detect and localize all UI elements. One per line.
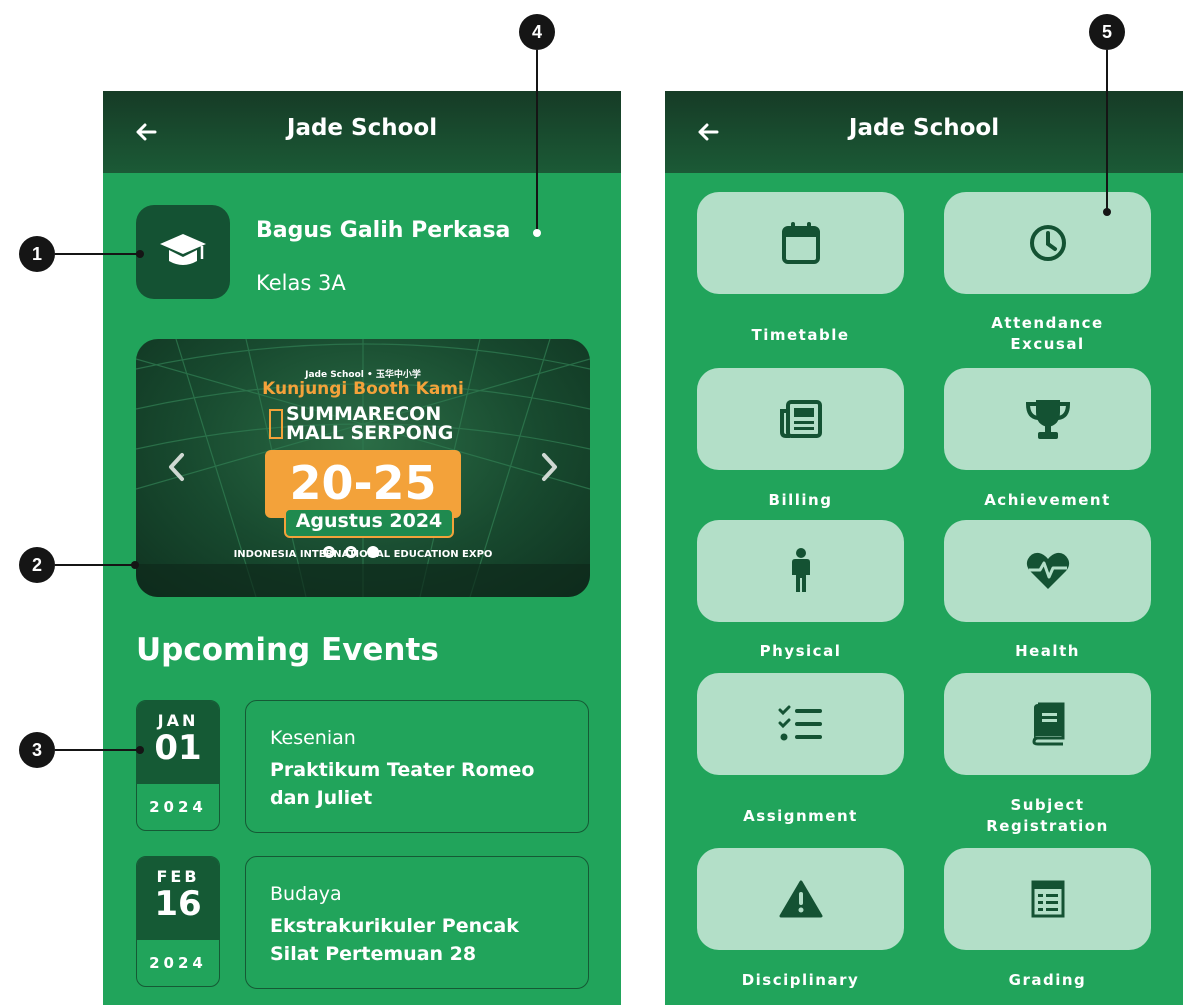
callout-badge-5: 5 xyxy=(1089,14,1125,50)
warning-icon xyxy=(779,880,822,918)
app-title: Jade School xyxy=(286,115,438,141)
callout-badge-4: 4 xyxy=(519,14,555,50)
banner-venue-line2: MALL SERPONG xyxy=(286,422,454,444)
event-year: 2024 xyxy=(149,798,207,816)
menu-label-assignment: Assignment xyxy=(743,807,858,825)
callout-dot-5 xyxy=(1103,208,1111,216)
menu-label-disciplinary: Disciplinary xyxy=(741,971,860,989)
event-date-tile: JAN 01 2024 xyxy=(136,700,220,831)
profile-screen: Jade School Bagus Galih Perkasa Kelas 3A… xyxy=(103,91,621,1005)
menu-label-achievement: Achievement xyxy=(984,491,1111,509)
carousel-next-icon[interactable] xyxy=(534,447,564,487)
callout-leader-4 xyxy=(536,50,538,232)
app-bar: Jade School xyxy=(103,91,621,173)
menu-tile-achievement[interactable] xyxy=(944,368,1151,470)
event-category: Budaya xyxy=(270,883,342,905)
callout-badge-2: 2 xyxy=(19,547,55,583)
report-icon xyxy=(1031,880,1064,918)
banner-headline: Kunjungi Booth Kami xyxy=(262,379,464,399)
menu-label-physical: Physical xyxy=(759,642,842,660)
callout-leader-1 xyxy=(55,253,140,255)
carousel-prev-icon[interactable] xyxy=(162,447,192,487)
event-card[interactable]: Kesenian Praktikum Teater Romeo dan Juli… xyxy=(245,700,589,833)
menu-label-subject-registration: Subject Registration xyxy=(944,795,1151,837)
newspaper-icon xyxy=(779,400,822,438)
event-title: Ekstrakurikuler Pencak Silat Pertemuan 2… xyxy=(270,915,519,965)
menu-screen: Jade School Timetable Attendance Excusal… xyxy=(665,91,1183,1005)
menu-label-text: Attendance Excusal xyxy=(991,314,1104,353)
carousel-dot-active[interactable] xyxy=(367,546,379,558)
trophy-icon xyxy=(1025,400,1070,439)
promo-banner-carousel[interactable]: Jade School • 玉华中小学 Kunjungi Booth Kami … xyxy=(136,339,590,597)
event-day: 01 xyxy=(154,728,202,768)
graduation-cap-icon xyxy=(160,234,206,265)
building-icon xyxy=(269,409,283,439)
event-category: Kesenian xyxy=(270,727,356,749)
event-year: 2024 xyxy=(149,954,207,972)
clock-icon xyxy=(1029,225,1066,261)
callout-dot-3 xyxy=(136,746,144,754)
callout-dot-1 xyxy=(136,250,144,258)
book-icon xyxy=(1031,702,1064,746)
menu-label-timetable: Timetable xyxy=(751,326,850,344)
person-icon xyxy=(791,548,810,592)
menu-tile-subject-registration[interactable] xyxy=(944,673,1151,775)
menu-tile-physical[interactable] xyxy=(697,520,904,622)
section-title: Upcoming Events xyxy=(136,632,439,668)
calendar-icon xyxy=(781,222,820,264)
event-card[interactable]: Budaya Ekstrakurikuler Pencak Silat Pert… xyxy=(245,856,589,989)
menu-label-billing: Billing xyxy=(768,491,833,509)
banner-dates: 20-25 xyxy=(289,456,437,510)
callout-leader-3 xyxy=(55,749,140,751)
menu-label-text: Subject Registration xyxy=(986,796,1109,835)
callout-leader-5 xyxy=(1106,50,1108,211)
checklist-icon xyxy=(778,705,822,741)
carousel-dot[interactable] xyxy=(345,546,357,558)
banner-venue: SUMMARECON MALL SERPONG xyxy=(286,405,453,443)
menu-label-health: Health xyxy=(1015,642,1080,660)
menu-tile-timetable[interactable] xyxy=(697,192,904,294)
callout-badge-3: 3 xyxy=(19,732,55,768)
carousel-indicators xyxy=(323,546,379,558)
event-date-tile: FEB 16 2024 xyxy=(136,856,220,987)
menu-tile-attendance-excusal[interactable] xyxy=(944,192,1151,294)
menu-label-attendance-excusal: Attendance Excusal xyxy=(944,313,1151,355)
carousel-dot[interactable] xyxy=(323,546,335,558)
menu-tile-grading[interactable] xyxy=(944,848,1151,950)
callout-leader-2 xyxy=(55,564,135,566)
heart-pulse-icon xyxy=(1026,552,1069,589)
banner-month: Agustus 2024 xyxy=(295,510,443,532)
event-title: Praktikum Teater Romeo dan Juliet xyxy=(270,759,535,809)
menu-tile-health[interactable] xyxy=(944,520,1151,622)
menu-tile-billing[interactable] xyxy=(697,368,904,470)
callout-dot-4 xyxy=(533,229,541,237)
event-day: 16 xyxy=(154,884,202,924)
menu-tile-assignment[interactable] xyxy=(697,673,904,775)
callout-badge-1: 1 xyxy=(19,236,55,272)
student-name: Bagus Galih Perkasa xyxy=(256,218,511,243)
student-class: Kelas 3A xyxy=(256,271,346,295)
menu-tile-disciplinary[interactable] xyxy=(697,848,904,950)
menu-label-grading: Grading xyxy=(1008,971,1087,989)
avatar xyxy=(136,205,230,299)
callout-dot-2 xyxy=(131,561,139,569)
